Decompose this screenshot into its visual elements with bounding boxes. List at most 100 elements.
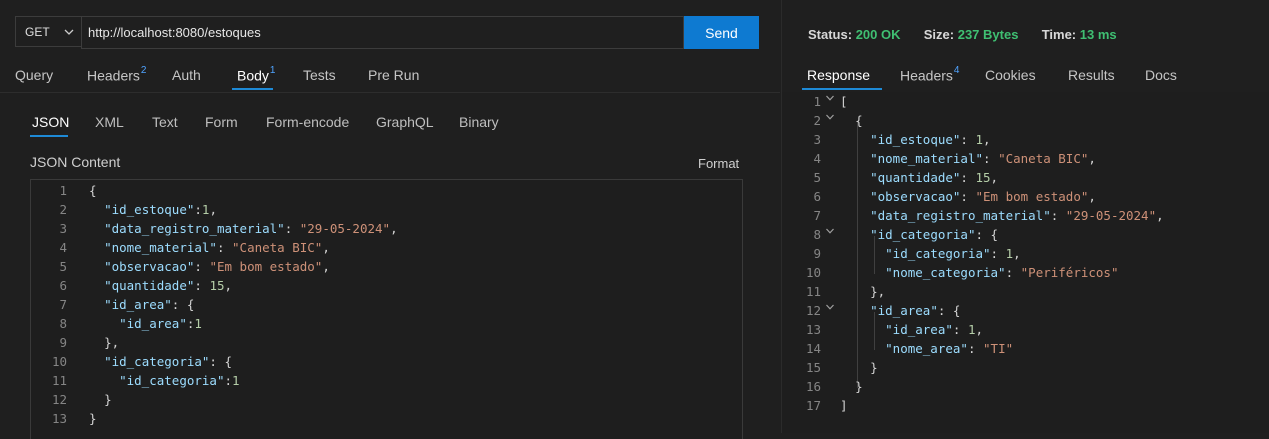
json-punct: } — [104, 335, 112, 350]
time-label: Time: — [1041, 27, 1077, 42]
fold-chevron-icon[interactable] — [825, 112, 835, 125]
active-tab-indicator — [232, 88, 273, 90]
tab-label: Tests — [303, 67, 336, 83]
status-value: 200 OK — [855, 27, 901, 42]
tab-auth[interactable]: Auth — [172, 67, 201, 83]
time-value: 13 ms — [1079, 27, 1117, 42]
url-input[interactable]: http://localhost:8080/estoques — [81, 16, 684, 49]
tab-results[interactable]: Results — [1068, 67, 1115, 83]
json-key: "id_categoria" — [870, 227, 976, 242]
body-type-json[interactable]: JSON — [32, 114, 69, 130]
tab-tests[interactable]: Tests — [303, 67, 336, 83]
json-key: "nome_material" — [870, 151, 983, 166]
json-text — [1058, 208, 1066, 223]
json-text — [991, 151, 999, 166]
format-button[interactable]: Format — [698, 156, 739, 171]
request-body-editor[interactable]: 1{2 "id_estoque":1, 3 "data_registro_mate… — [30, 179, 743, 439]
tab-badge: 1 — [269, 65, 276, 76]
code-line: "observacao": "Em bom estado", — [89, 257, 330, 276]
json-key: "id_categoria" — [119, 373, 225, 388]
tab-docs[interactable]: Docs — [1145, 67, 1177, 83]
json-punct: : — [990, 246, 999, 261]
code-line: "nome_material": "Caneta BIC", — [840, 149, 1096, 168]
json-text — [840, 284, 870, 299]
tab-query[interactable]: Query — [15, 67, 53, 83]
tab-body[interactable]: Body1 — [237, 65, 276, 84]
tab-cookies[interactable]: Cookies — [985, 67, 1036, 83]
tab-label: Response — [807, 67, 871, 83]
json-content-label: JSON Content — [30, 154, 121, 170]
response-body-viewer[interactable]: 1 [2 {3 "id_estoque": 1, 4 "nome_material"… — [782, 92, 1269, 433]
tab-response-headers[interactable]: Headers4 — [900, 65, 959, 84]
line-number: 16 — [805, 379, 821, 394]
code-line: "data_registro_material": "29-05-2024", — [840, 206, 1164, 225]
tab-pre-run[interactable]: Pre Run — [368, 67, 419, 83]
json-number: 15 — [975, 170, 991, 185]
code-line: "id_area": 1, — [840, 320, 983, 339]
tab-label: Headers — [87, 67, 140, 84]
code-line: } — [89, 409, 97, 428]
fold-chevron-icon[interactable] — [825, 302, 835, 315]
body-type-form-encode[interactable]: Form-encode — [266, 114, 349, 130]
json-text — [840, 360, 870, 375]
json-number: 15 — [209, 278, 225, 293]
method-label: GET — [25, 24, 50, 39]
json-string: "TI" — [983, 341, 1014, 356]
code-line: "id_area": { — [89, 295, 194, 314]
json-text — [945, 303, 953, 318]
json-key: "quantidade" — [870, 170, 961, 185]
json-punct: , — [322, 259, 330, 274]
json-number: 1 — [194, 316, 202, 331]
code-line: "nome_material": "Caneta BIC", — [89, 238, 330, 257]
code-line: }, — [89, 333, 119, 352]
send-button[interactable]: Send — [684, 16, 759, 49]
json-punct: : — [960, 132, 968, 147]
json-key: "id_categoria" — [104, 354, 210, 369]
code-line: }, — [840, 282, 885, 301]
request-tabs: Query Headers2 Auth Body1 Tests Pre Run — [0, 60, 780, 93]
json-key: "id_estoque" — [870, 132, 961, 147]
json-text — [179, 297, 187, 312]
json-text — [840, 379, 855, 394]
code-line: "id_categoria": { — [89, 352, 232, 371]
fold-chevron-icon[interactable] — [825, 226, 835, 239]
json-text — [292, 221, 300, 236]
body-type-xml[interactable]: XML — [95, 114, 124, 130]
json-punct: , — [209, 202, 217, 217]
json-key: "observacao" — [104, 259, 195, 274]
json-punct: } — [89, 411, 97, 426]
json-punct: : — [194, 202, 202, 217]
json-punct: { — [990, 227, 999, 242]
line-number: 2 — [59, 202, 67, 217]
code-line: "observacao": "Em bom estado", — [840, 187, 1096, 206]
body-type-form[interactable]: Form — [205, 114, 238, 130]
tab-response[interactable]: Response — [807, 67, 870, 83]
json-punct: , — [1156, 208, 1164, 223]
active-body-type-indicator — [30, 135, 68, 137]
json-punct: : — [1005, 265, 1014, 280]
json-text — [1013, 265, 1021, 280]
json-punct: : — [194, 259, 202, 274]
chevron-down-icon — [64, 29, 74, 35]
response-panel: Status: 200 OK Size: 237 Bytes Time: 13 … — [781, 0, 1269, 433]
json-key: "quantidade" — [104, 278, 195, 293]
tab-headers[interactable]: Headers2 — [87, 65, 146, 84]
fold-chevron-icon[interactable] — [825, 93, 835, 106]
code-line: "id_categoria":1 — [89, 371, 239, 390]
line-number: 13 — [51, 411, 67, 426]
body-type-graphql[interactable]: GraphQL — [376, 114, 434, 130]
json-text — [975, 341, 983, 356]
json-text — [89, 373, 119, 388]
body-type-text[interactable]: Text — [152, 114, 178, 130]
json-text — [89, 316, 119, 331]
line-number: 12 — [805, 303, 821, 318]
json-punct: : — [975, 227, 983, 242]
code-line: "id_estoque": 1, — [840, 130, 990, 149]
code-line: [ — [840, 92, 848, 111]
request-bar: GET http://localhost:8080/estoques Send — [15, 16, 759, 49]
json-text — [983, 227, 991, 242]
code-line: "data_registro_material": "29-05-2024", — [89, 219, 398, 238]
method-select[interactable]: GET — [15, 16, 81, 47]
json-text — [89, 202, 104, 217]
body-type-binary[interactable]: Binary — [459, 114, 499, 130]
